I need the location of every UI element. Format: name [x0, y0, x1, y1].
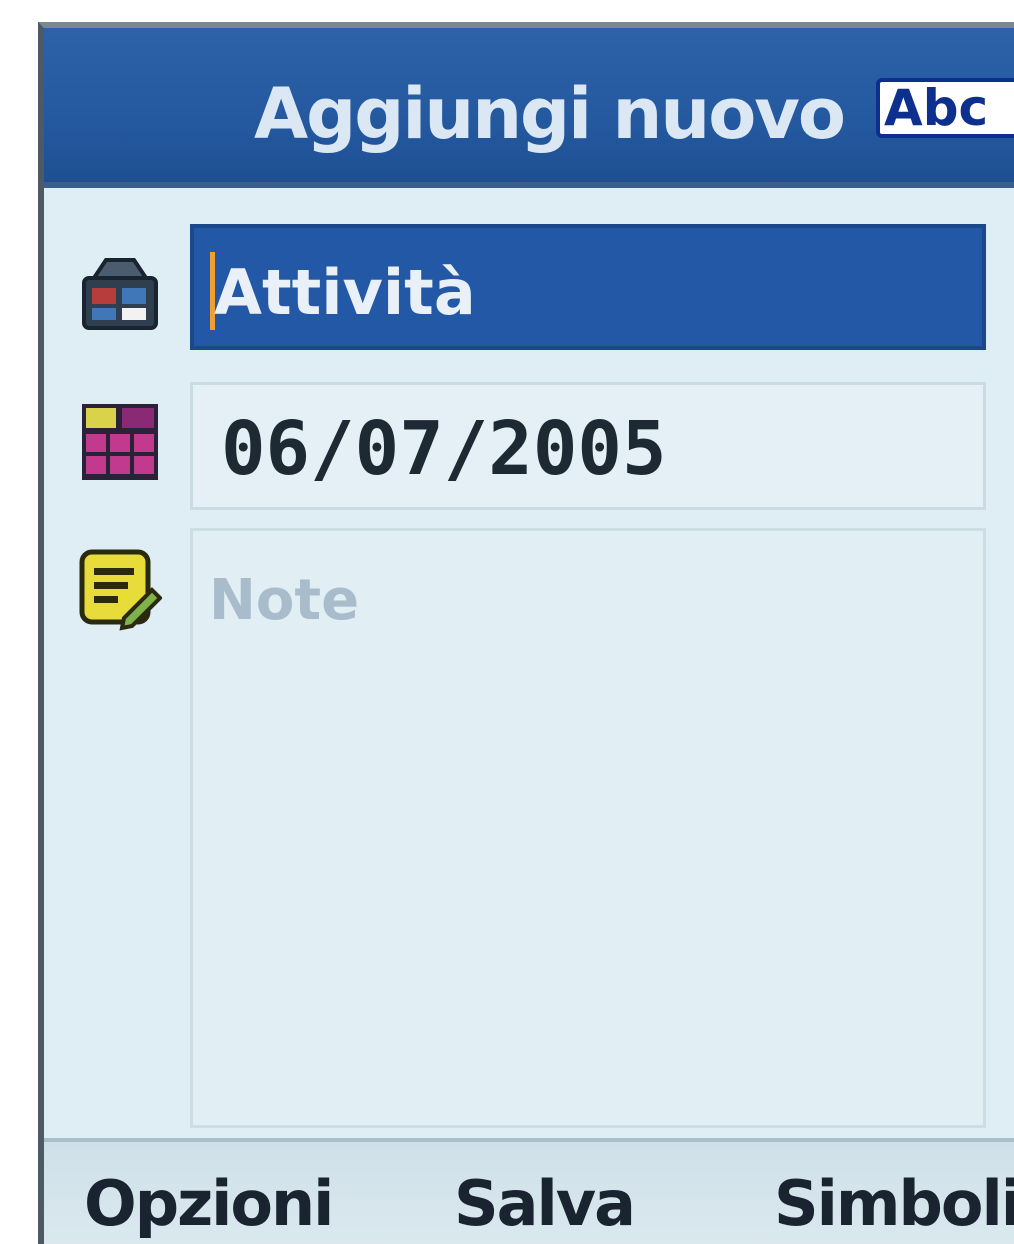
input-mode-indicator: Abc	[876, 78, 1014, 138]
task-field[interactable]: Attività	[190, 224, 986, 350]
briefcase-icon	[82, 258, 158, 330]
screen-title: Aggiungi nuovo	[254, 73, 846, 155]
date-field-value: 06/07/2005	[221, 406, 667, 492]
calendar-icon	[82, 404, 158, 480]
symbols-softkey[interactable]: Simboli	[774, 1168, 1014, 1240]
task-field-value: Attività	[214, 256, 476, 329]
title-bar: Aggiungi nuovo Abc	[44, 28, 1014, 188]
note-field-placeholder: Note	[209, 568, 360, 633]
phone-screen: Aggiungi nuovo Abc Attività 06/07/2005 N…	[38, 22, 1014, 1244]
date-field[interactable]: 06/07/2005	[190, 382, 986, 510]
softkey-bar: Opzioni Salva Simboli	[44, 1138, 1014, 1244]
note-icon	[79, 549, 162, 631]
note-field[interactable]: Note	[190, 528, 986, 1128]
options-softkey[interactable]: Opzioni	[84, 1168, 334, 1240]
save-softkey[interactable]: Salva	[454, 1168, 636, 1240]
